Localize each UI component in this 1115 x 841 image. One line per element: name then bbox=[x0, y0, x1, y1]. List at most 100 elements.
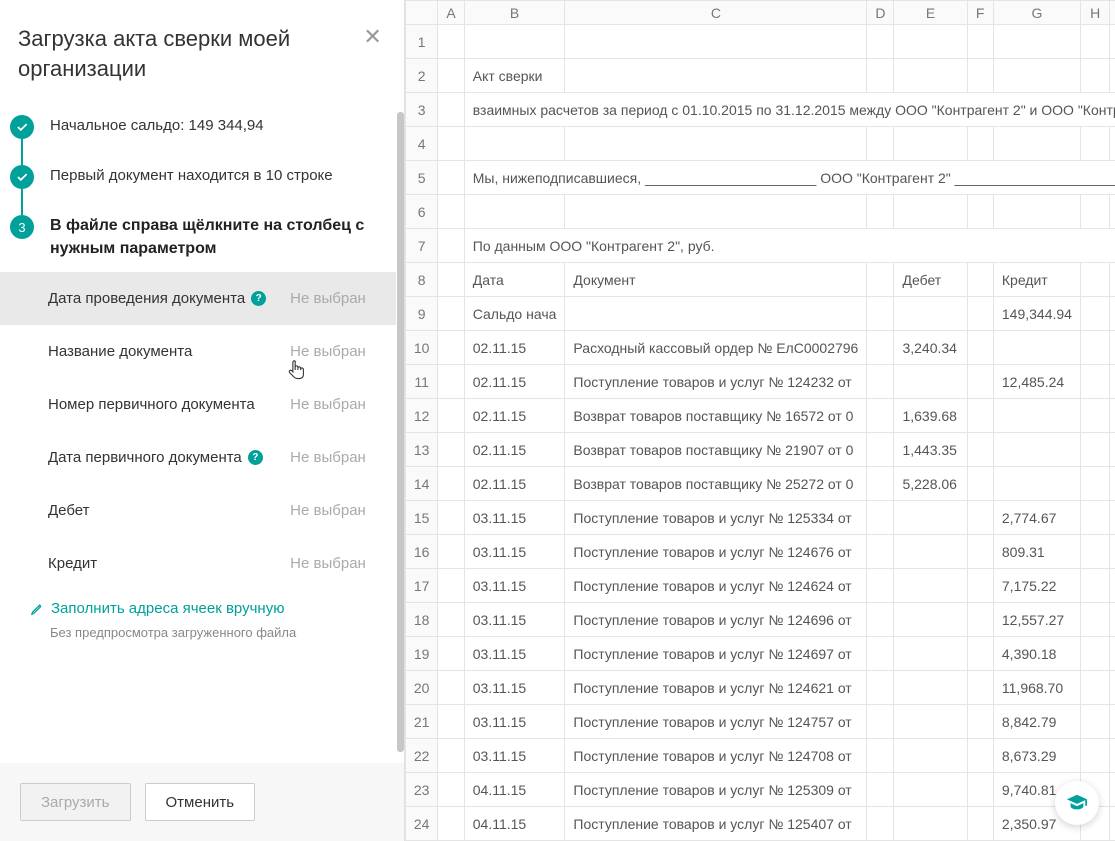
row-header[interactable]: 3 bbox=[405, 93, 438, 127]
column-header-G[interactable]: G bbox=[993, 1, 1080, 25]
cell[interactable]: По данным ООО "Контрагент 2", руб. bbox=[464, 229, 1115, 263]
cell[interactable] bbox=[438, 535, 464, 569]
cell[interactable] bbox=[967, 297, 993, 331]
row-header[interactable]: 23 bbox=[405, 773, 438, 807]
cell[interactable] bbox=[438, 127, 464, 161]
cell[interactable]: Возврат товаров поставщику № 21907 от 0 bbox=[565, 433, 867, 467]
cell[interactable] bbox=[993, 399, 1080, 433]
cell[interactable] bbox=[438, 297, 464, 331]
steps-scroll[interactable]: Начальное сальдо: 149 344,94Первый докум… bbox=[0, 101, 404, 763]
cell[interactable] bbox=[1080, 535, 1109, 569]
cell[interactable]: Расходный кассовый ордер № ЕлС0002796 bbox=[565, 331, 867, 365]
cell[interactable] bbox=[438, 229, 464, 263]
cell[interactable] bbox=[967, 535, 993, 569]
cell[interactable] bbox=[1110, 637, 1115, 671]
manual-fill-link[interactable]: Заполнить адреса ячеек вручную bbox=[30, 600, 284, 617]
cell[interactable] bbox=[894, 739, 967, 773]
help-icon[interactable]: ? bbox=[248, 450, 263, 465]
cell[interactable]: 03.11.15 bbox=[464, 637, 565, 671]
cell[interactable]: Сальдо нача bbox=[464, 297, 565, 331]
cell[interactable] bbox=[1080, 127, 1109, 161]
cell[interactable]: 809.31 bbox=[993, 535, 1080, 569]
mapping-item-1[interactable]: Название документаНе выбран bbox=[0, 325, 396, 378]
cell[interactable] bbox=[894, 569, 967, 603]
cell[interactable] bbox=[1110, 195, 1115, 229]
cell[interactable] bbox=[894, 603, 967, 637]
cell[interactable] bbox=[1080, 399, 1109, 433]
cell[interactable] bbox=[1080, 705, 1109, 739]
row-header[interactable]: 8 bbox=[405, 263, 438, 297]
cell[interactable]: Поступление товаров и услуг № 125407 от bbox=[565, 807, 867, 841]
cell[interactable] bbox=[894, 535, 967, 569]
cell[interactable] bbox=[967, 773, 993, 807]
cell[interactable] bbox=[1110, 433, 1115, 467]
cell[interactable]: 03.11.15 bbox=[464, 705, 565, 739]
cell[interactable] bbox=[867, 569, 894, 603]
cell[interactable] bbox=[438, 331, 464, 365]
cell[interactable] bbox=[967, 467, 993, 501]
cell[interactable] bbox=[967, 127, 993, 161]
cell[interactable] bbox=[438, 365, 464, 399]
row-header[interactable]: 11 bbox=[405, 365, 438, 399]
cell[interactable] bbox=[993, 25, 1080, 59]
cell[interactable]: 12,557.27 bbox=[993, 603, 1080, 637]
row-header[interactable]: 9 bbox=[405, 297, 438, 331]
cell[interactable]: Поступление товаров и услуг № 124757 от bbox=[565, 705, 867, 739]
cell[interactable]: Поступление товаров и услуг № 124708 от bbox=[565, 739, 867, 773]
cell[interactable] bbox=[1110, 569, 1115, 603]
cell[interactable] bbox=[867, 535, 894, 569]
cell[interactable] bbox=[1110, 739, 1115, 773]
spreadsheet-area[interactable]: ABCDEFGHI12Акт сверки3взаимных расчетов … bbox=[404, 0, 1115, 841]
cell[interactable]: Мы, нижеподписавшиеся, _________________… bbox=[464, 161, 1115, 195]
scrollbar-thumb[interactable] bbox=[397, 112, 404, 752]
cell[interactable] bbox=[1080, 467, 1109, 501]
cell[interactable]: 02.11.15 bbox=[464, 433, 565, 467]
column-header-H[interactable]: H bbox=[1080, 1, 1109, 25]
cell[interactable]: 12,485.24 bbox=[993, 365, 1080, 399]
cell[interactable] bbox=[967, 331, 993, 365]
column-header-A[interactable]: A bbox=[438, 1, 464, 25]
cell[interactable] bbox=[1110, 365, 1115, 399]
mapping-item-4[interactable]: ДебетНе выбран bbox=[0, 484, 396, 537]
cell[interactable] bbox=[993, 433, 1080, 467]
cell[interactable] bbox=[438, 807, 464, 841]
cell[interactable]: Поступление товаров и услуг № 124232 от bbox=[565, 365, 867, 399]
cell[interactable] bbox=[438, 603, 464, 637]
column-header-F[interactable]: F bbox=[967, 1, 993, 25]
cell[interactable] bbox=[565, 127, 867, 161]
cell[interactable] bbox=[438, 671, 464, 705]
cell[interactable] bbox=[867, 59, 894, 93]
cell[interactable]: 5,228.06 bbox=[894, 467, 967, 501]
cell[interactable] bbox=[565, 59, 867, 93]
cell[interactable] bbox=[867, 739, 894, 773]
cell[interactable]: 03.11.15 bbox=[464, 569, 565, 603]
cell[interactable] bbox=[967, 569, 993, 603]
cell[interactable]: 1,639.68 bbox=[894, 399, 967, 433]
cell[interactable] bbox=[967, 603, 993, 637]
cell[interactable] bbox=[894, 59, 967, 93]
cell[interactable] bbox=[967, 433, 993, 467]
cell[interactable] bbox=[967, 59, 993, 93]
cell[interactable] bbox=[894, 671, 967, 705]
cell[interactable] bbox=[1080, 569, 1109, 603]
cell[interactable]: 149,344.94 bbox=[993, 297, 1080, 331]
cell[interactable] bbox=[867, 603, 894, 637]
cell[interactable]: Акт сверки bbox=[464, 59, 565, 93]
cell[interactable] bbox=[967, 807, 993, 841]
cell[interactable] bbox=[1110, 671, 1115, 705]
cell[interactable]: Поступление товаров и услуг № 124624 от bbox=[565, 569, 867, 603]
cell[interactable] bbox=[867, 705, 894, 739]
row-header[interactable]: 7 bbox=[405, 229, 438, 263]
cell[interactable] bbox=[894, 297, 967, 331]
cell[interactable] bbox=[867, 195, 894, 229]
cell[interactable] bbox=[438, 773, 464, 807]
row-header[interactable]: 19 bbox=[405, 637, 438, 671]
cell[interactable] bbox=[967, 637, 993, 671]
cell[interactable] bbox=[438, 25, 464, 59]
cell[interactable] bbox=[438, 739, 464, 773]
column-header-C[interactable]: C bbox=[565, 1, 867, 25]
cell[interactable]: 11,968.70 bbox=[993, 671, 1080, 705]
cell[interactable] bbox=[1080, 59, 1109, 93]
cell[interactable] bbox=[867, 807, 894, 841]
cell[interactable] bbox=[1110, 331, 1115, 365]
